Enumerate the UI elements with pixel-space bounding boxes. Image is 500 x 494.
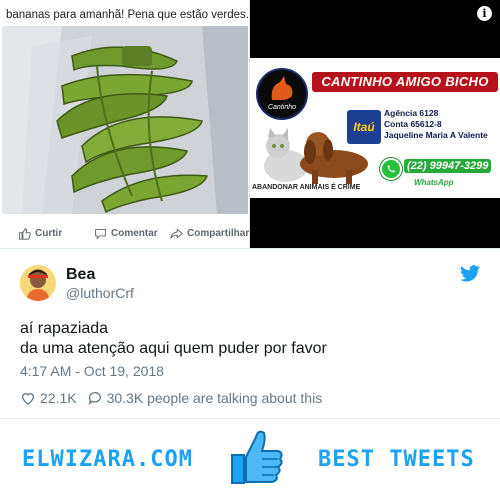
avatar[interactable] bbox=[20, 265, 56, 301]
logo-text: Cantinho bbox=[267, 104, 297, 111]
pet-shop-ad-image: i Cantinho CANTINHO AMIGO BICHO Itaú Agê… bbox=[250, 0, 500, 248]
display-name[interactable]: Bea bbox=[66, 266, 95, 284]
ad-card: Cantinho CANTINHO AMIGO BICHO Itaú Agênc… bbox=[250, 58, 500, 198]
cat-and-dog-illustration bbox=[264, 128, 368, 184]
heart-icon bbox=[21, 393, 35, 405]
ad-slogan: ABANDONAR ANIMAIS É CRIME bbox=[252, 184, 361, 191]
tweet-timestamp[interactable]: 4:17 AM - Oct 19, 2018 bbox=[20, 363, 164, 379]
like-count: 22.1K bbox=[40, 390, 77, 406]
comment-button[interactable]: Comentar bbox=[94, 227, 158, 240]
post-caption: bananas para amanhã! Pena que estão verd… bbox=[6, 9, 265, 21]
agency-line: Agência 6128 bbox=[384, 108, 439, 118]
talking-about-count: 30.3K people are talking about this bbox=[106, 390, 323, 406]
comment-label: Comentar bbox=[111, 228, 158, 239]
facebook-action-bar: Curtir Comentar Compartilhar bbox=[0, 220, 250, 248]
ad-title: CANTINHO AMIGO BICHO bbox=[312, 72, 498, 92]
share-icon bbox=[170, 228, 183, 239]
tweet-text-line-1: aí rapaziada bbox=[20, 320, 109, 337]
tweet-text-line-2: da uma atenção aqui quem puder por favor bbox=[20, 340, 327, 357]
comment-icon bbox=[95, 228, 106, 240]
shop-logo: Cantinho bbox=[256, 68, 308, 120]
twitter-bird-icon[interactable] bbox=[460, 265, 480, 282]
tweet-card: Bea @luthorCrf aí rapaziada da uma atenç… bbox=[0, 248, 500, 418]
share-label: Compartilhar bbox=[187, 228, 250, 239]
phone-number: (22) 99947-3299 bbox=[404, 159, 492, 173]
whatsapp-icon bbox=[380, 158, 402, 180]
avatar-illustration bbox=[20, 265, 56, 301]
facebook-post-screenshot: bananas para amanhã! Pena que estão verd… bbox=[0, 0, 264, 248]
user-handle[interactable]: @luthorCrf bbox=[66, 285, 134, 301]
tweet-text: aí rapaziada da uma atenção aqui quem pu… bbox=[20, 319, 327, 359]
site-name: ELWIZARA.COM bbox=[22, 447, 193, 472]
like-label: Curtir bbox=[35, 228, 63, 239]
embedded-media: bananas para amanhã! Pena que estão verd… bbox=[0, 0, 500, 248]
like-count-button[interactable]: 22.1K bbox=[20, 390, 77, 406]
best-tweets-label: BEST TWEETS bbox=[318, 447, 475, 472]
talking-about-link[interactable]: 30.3K people are talking about this bbox=[87, 390, 323, 406]
like-button[interactable]: Curtir bbox=[18, 227, 62, 240]
like-icon bbox=[19, 228, 31, 240]
whatsapp-label: WhatsApp bbox=[414, 178, 454, 187]
watermark-footer: ELWIZARA.COM BEST TWEETS bbox=[0, 418, 500, 494]
bank-details: Agência 6128 Conta 65612-8 Jaqueline Mar… bbox=[384, 108, 488, 141]
green-bananas-image bbox=[2, 26, 248, 214]
account-line: Conta 65612-8 bbox=[384, 119, 442, 129]
share-button[interactable]: Compartilhar bbox=[170, 227, 249, 240]
info-icon[interactable]: i bbox=[477, 6, 492, 21]
holder-line: Jaqueline Maria A Valente bbox=[384, 130, 488, 140]
tweet-stats: 22.1K 30.3K people are talking about thi… bbox=[20, 390, 332, 406]
reply-icon bbox=[88, 392, 101, 405]
bananas-photo bbox=[2, 26, 248, 214]
thumbs-up-icon bbox=[231, 430, 283, 484]
